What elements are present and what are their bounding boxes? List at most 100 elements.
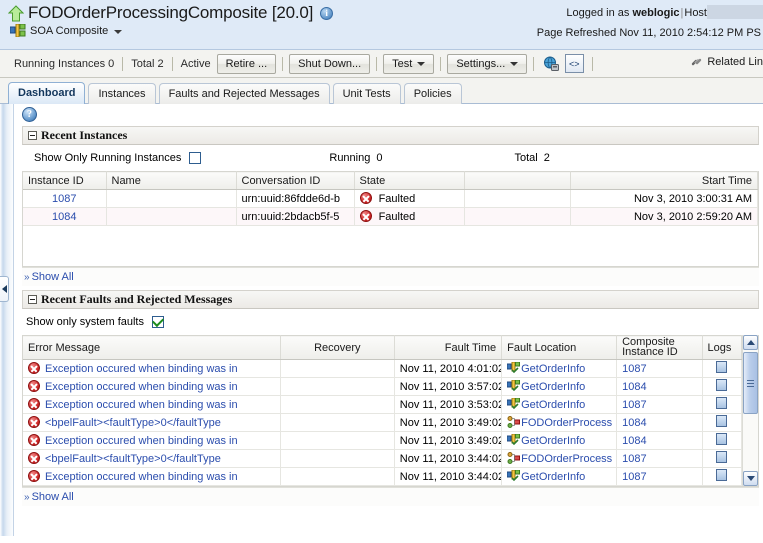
error-message-link[interactable]: <bpelFault><faultType>0</faultType xyxy=(40,417,221,429)
show-all-link[interactable]: Show All xyxy=(32,271,74,283)
fault-error-message[interactable]: Exception occured when binding was in xyxy=(23,377,281,396)
fault-location-link[interactable]: GetOrderInfo xyxy=(521,381,585,393)
tab-faults-and-rejected-messages[interactable]: Faults and Rejected Messages xyxy=(158,83,330,104)
table-row[interactable]: Exception occured when binding was in Nov… xyxy=(23,431,742,450)
fault-logs-cell[interactable] xyxy=(702,359,742,378)
table-row[interactable]: <bpelFault><faultType>0</faultType Nov 11… xyxy=(23,449,742,468)
fault-error-message[interactable]: Exception occured when binding was in xyxy=(23,467,281,486)
fault-location[interactable]: GetOrderInfo xyxy=(501,467,618,486)
fault-composite-instance-id[interactable]: 1087 xyxy=(616,449,703,468)
scroll-thumb[interactable] xyxy=(743,352,758,414)
col-error-message[interactable]: Error Message xyxy=(23,335,281,360)
chevron-down-icon[interactable] xyxy=(114,29,123,34)
faults-vertical-scrollbar[interactable] xyxy=(742,335,758,486)
composite-instance-id-link[interactable]: 1087 xyxy=(622,363,646,375)
fault-location-link[interactable]: GetOrderInfo xyxy=(521,399,585,411)
fault-composite-instance-id[interactable]: 1084 xyxy=(616,413,703,432)
col-fault-time[interactable]: Fault Time xyxy=(394,335,503,360)
error-message-link[interactable]: Exception occured when binding was in xyxy=(40,435,238,447)
tab-unit-tests[interactable]: Unit Tests xyxy=(332,83,401,104)
col-instance-id[interactable]: Instance ID xyxy=(23,171,107,190)
log-icon[interactable] xyxy=(716,469,728,481)
fault-error-message[interactable]: Exception occured when binding was in xyxy=(23,359,281,378)
fault-composite-instance-id[interactable]: 1087 xyxy=(616,467,703,486)
fault-logs-cell[interactable] xyxy=(702,449,742,468)
fault-error-message[interactable]: Exception occured when binding was in xyxy=(23,395,281,414)
recent-instances-show-all[interactable]: » Show All xyxy=(22,267,759,286)
fault-location-link[interactable]: FODOrderProcess xyxy=(521,453,612,465)
xml-source-icon[interactable]: <> xyxy=(565,54,585,73)
fault-error-message[interactable]: <bpelFault><faultType>0</faultType xyxy=(23,449,281,468)
col-recovery[interactable]: Recovery xyxy=(280,335,395,360)
fault-composite-instance-id[interactable]: 1084 xyxy=(616,431,703,450)
retire-button[interactable]: Retire ... xyxy=(216,53,277,74)
scroll-down-button[interactable] xyxy=(743,471,758,486)
up-arrow-icon[interactable] xyxy=(8,4,24,22)
show-all-link[interactable]: Show All xyxy=(32,491,74,503)
col-name[interactable]: Name xyxy=(106,171,237,190)
help-icon[interactable]: ? xyxy=(22,107,37,122)
composite-type-row[interactable]: SOA Composite xyxy=(9,23,123,38)
table-row[interactable]: Exception occured when binding was in Nov… xyxy=(23,359,742,378)
col-state[interactable]: State xyxy=(354,171,465,190)
table-row[interactable]: <bpelFault><faultType>0</faultType Nov 11… xyxy=(23,413,742,432)
composite-instance-id-link[interactable]: 1084 xyxy=(622,417,646,429)
log-icon[interactable] xyxy=(716,361,728,373)
error-message-link[interactable]: Exception occured when binding was in xyxy=(40,471,238,483)
collapse-icon[interactable] xyxy=(28,295,37,304)
show-only-system-faults-checkbox[interactable] xyxy=(152,316,164,328)
tab-instances[interactable]: Instances xyxy=(88,83,156,104)
fault-location[interactable]: FODOrderProcess xyxy=(501,413,618,432)
fault-logs-cell[interactable] xyxy=(702,395,742,414)
col-conversation-id[interactable]: Conversation ID xyxy=(236,171,355,190)
info-icon[interactable]: i xyxy=(320,6,334,20)
tab-dashboard[interactable]: Dashboard xyxy=(8,82,86,104)
log-icon[interactable] xyxy=(716,379,728,391)
log-icon[interactable] xyxy=(716,433,728,445)
fault-location[interactable]: GetOrderInfo xyxy=(501,359,618,378)
fault-location-link[interactable]: GetOrderInfo xyxy=(521,471,585,483)
col-start-time[interactable]: Start Time xyxy=(570,171,758,190)
scroll-up-button[interactable] xyxy=(743,335,758,350)
fault-location-link[interactable]: GetOrderInfo xyxy=(521,363,585,375)
instance-id-link[interactable]: 1084 xyxy=(52,211,76,223)
composite-instance-id-link[interactable]: 1084 xyxy=(622,381,646,393)
error-message-link[interactable]: Exception occured when binding was in xyxy=(40,399,238,411)
log-icon[interactable] xyxy=(716,415,728,427)
settings-button[interactable]: Settings... xyxy=(447,53,528,74)
fault-location[interactable]: FODOrderProcess xyxy=(501,449,618,468)
fault-composite-instance-id[interactable]: 1087 xyxy=(616,359,703,378)
fault-error-message[interactable]: <bpelFault><faultType>0</faultType xyxy=(23,413,281,432)
composite-instance-id-link[interactable]: 1087 xyxy=(622,453,646,465)
error-message-link[interactable]: Exception occured when binding was in xyxy=(40,381,238,393)
globe-deploy-icon[interactable] xyxy=(542,54,561,73)
col-logs[interactable]: Logs xyxy=(702,335,742,360)
fault-composite-instance-id[interactable]: 1087 xyxy=(616,395,703,414)
fault-composite-instance-id[interactable]: 1084 xyxy=(616,377,703,396)
fault-logs-cell[interactable] xyxy=(702,431,742,450)
shutdown-button[interactable]: Shut Down... xyxy=(289,53,371,74)
col-composite-instance-id[interactable]: Composite Instance ID xyxy=(616,335,703,360)
show-only-running-checkbox[interactable] xyxy=(189,152,202,164)
log-icon[interactable] xyxy=(716,397,728,409)
col-fault-location[interactable]: Fault Location xyxy=(501,335,618,360)
fault-location[interactable]: GetOrderInfo xyxy=(501,395,618,414)
table-row[interactable]: Exception occured when binding was in Nov… xyxy=(23,377,742,396)
fault-location-link[interactable]: GetOrderInfo xyxy=(521,435,585,447)
fault-error-message[interactable]: Exception occured when binding was in xyxy=(23,431,281,450)
fault-logs-cell[interactable] xyxy=(702,467,742,486)
error-message-link[interactable]: Exception occured when binding was in xyxy=(40,363,238,375)
fault-location-link[interactable]: FODOrderProcess xyxy=(521,417,612,429)
fault-logs-cell[interactable] xyxy=(702,377,742,396)
composite-instance-id-link[interactable]: 1087 xyxy=(622,399,646,411)
fault-location[interactable]: GetOrderInfo xyxy=(501,377,618,396)
scroll-track[interactable] xyxy=(743,350,758,471)
tab-policies[interactable]: Policies xyxy=(403,83,462,104)
error-message-link[interactable]: <bpelFault><faultType>0</faultType xyxy=(40,453,221,465)
composite-instance-id-link[interactable]: 1084 xyxy=(622,435,646,447)
splitter-expand-button[interactable] xyxy=(0,276,9,302)
composite-instance-id-link[interactable]: 1087 xyxy=(622,471,646,483)
table-row[interactable]: 1084 urn:uuid:2bdacb5f-5 Faulted Nov 3, … xyxy=(23,207,758,226)
recent-faults-show-all[interactable]: » Show All xyxy=(22,487,759,506)
fault-location[interactable]: GetOrderInfo xyxy=(501,431,618,450)
